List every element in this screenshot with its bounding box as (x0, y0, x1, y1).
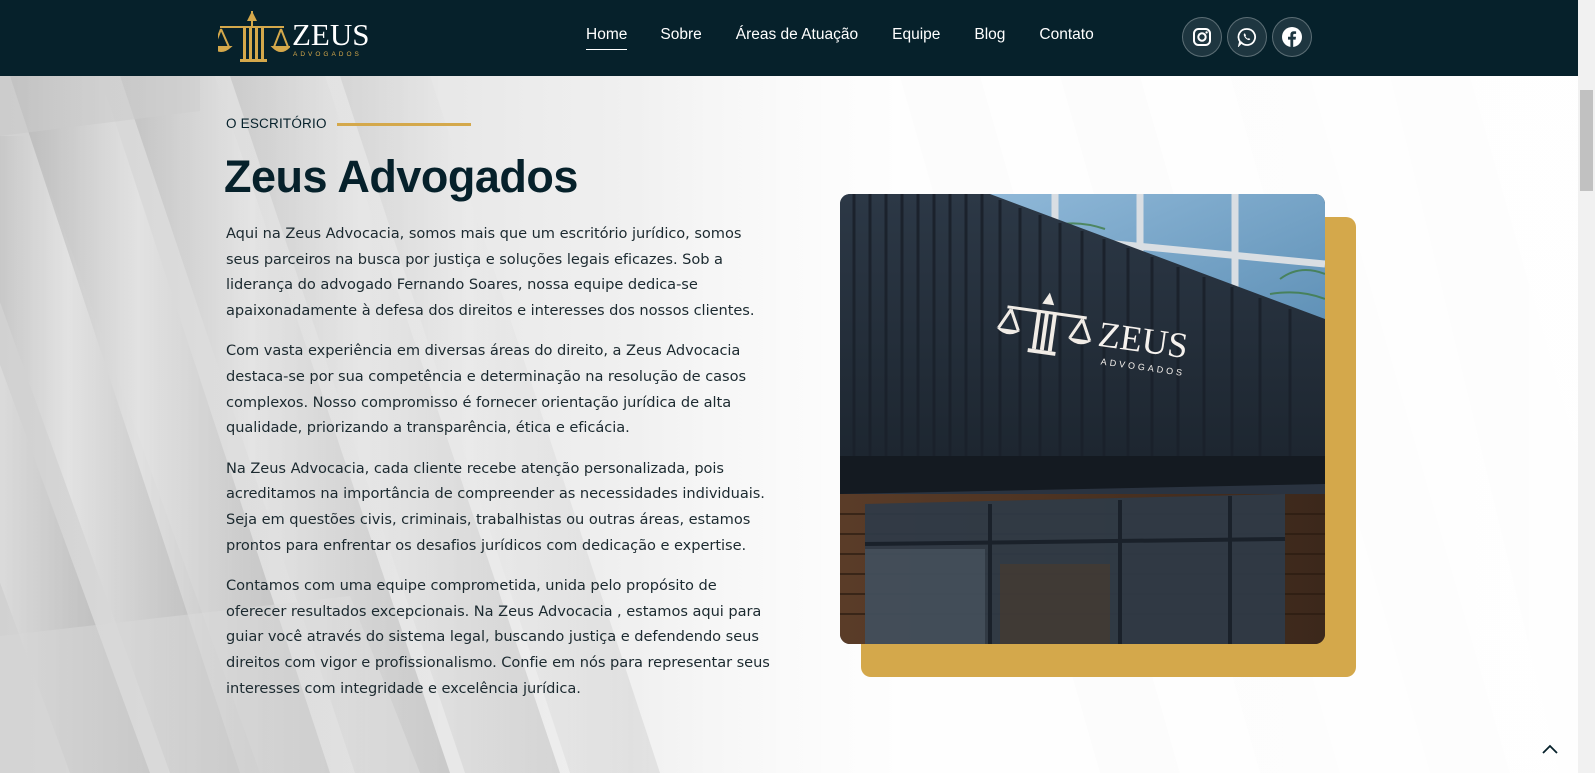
nav-areas-de-atuacao[interactable]: Áreas de Atuação (736, 26, 858, 50)
whatsapp-button[interactable] (1227, 17, 1267, 57)
whatsapp-icon (1237, 28, 1256, 47)
nav-sobre[interactable]: Sobre (660, 26, 701, 50)
nav-equipe[interactable]: Equipe (892, 26, 940, 50)
eyebrow-divider (337, 123, 471, 126)
facebook-button[interactable] (1272, 17, 1312, 57)
top-navbar: ZEUS ADVOGADOS Home Sobre Áreas de Atuaç… (0, 0, 1578, 76)
scales-logo-icon (218, 11, 290, 62)
about-paragraph: Aqui na Zeus Advocacia, somos mais que u… (226, 225, 755, 319)
facebook-icon (1282, 27, 1302, 47)
instagram-icon (1193, 28, 1211, 46)
about-paragraph: Com vasta experiência em diversas áreas … (226, 342, 747, 437)
office-facade-photo: ZEUS ADVOGADOS (840, 194, 1325, 644)
about-paragraph: Contamos com uma equipe comprometida, un… (226, 577, 770, 697)
instagram-button[interactable] (1182, 17, 1222, 57)
section-eyebrow: O ESCRITÓRIO (226, 116, 327, 131)
chevron-up-icon (1542, 744, 1558, 754)
page-title: Zeus Advogados (224, 151, 578, 202)
logo-subtitle: ADVOGADOS (293, 51, 362, 58)
about-paragraph: Na Zeus Advocacia, cada cliente recebe a… (226, 459, 765, 554)
page-scrollbar-thumb[interactable] (1580, 90, 1593, 191)
logo-wordmark: ZEUS (292, 17, 370, 52)
nav-home[interactable]: Home (586, 26, 628, 50)
main-nav: Home Sobre Áreas de Atuação Equipe Blog … (586, 26, 1094, 50)
back-to-top-button[interactable] (1537, 736, 1563, 762)
nav-blog[interactable]: Blog (974, 26, 1005, 50)
zeus-logo[interactable]: ZEUS ADVOGADOS (218, 9, 370, 65)
nav-contato[interactable]: Contato (1039, 26, 1093, 50)
about-text: Aqui na Zeus Advocacia, somos mais que u… (226, 221, 772, 716)
